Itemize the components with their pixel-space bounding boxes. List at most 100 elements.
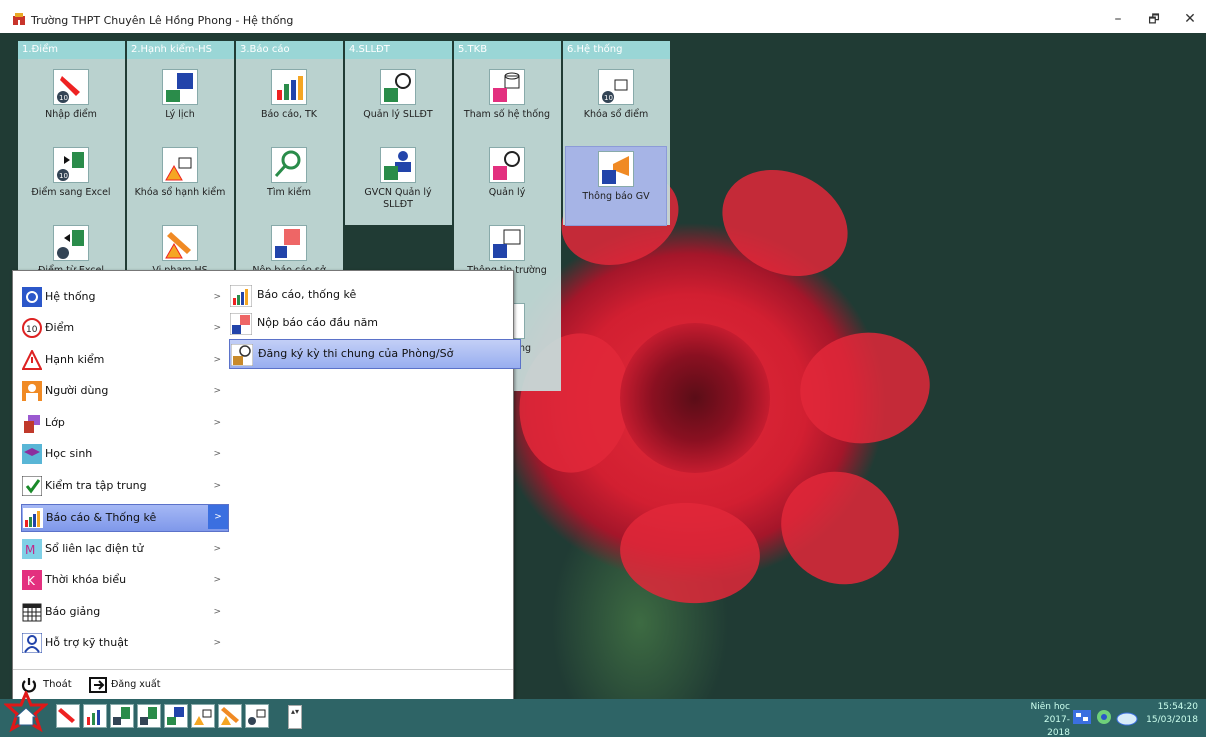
tile-header: 4.SLLĐT (345, 41, 452, 59)
tile-gvcn-quan-ly[interactable]: GVCN Quản lý SLLĐT (348, 147, 448, 211)
tile-bao-cao-tk[interactable]: Báo cáo, TK (239, 69, 339, 121)
chart-icon (87, 710, 100, 725)
contact-book-icon: M (22, 539, 42, 559)
start-menu: Hệ thống > 10 Điểm > Hạnh kiểm > Người dùng… (12, 270, 521, 699)
excel-icon (113, 707, 130, 725)
submenu-nop-bao-cao[interactable]: Nộp báo cáo đầu năm (229, 309, 519, 337)
taskbar-ly-lich[interactable] (164, 704, 188, 728)
svg-text:10: 10 (59, 172, 68, 180)
settings-icon (489, 147, 525, 183)
calendar-icon (22, 603, 42, 622)
tile-thong-bao-gv[interactable]: Thông báo GV (565, 146, 667, 226)
taskbar: ▴▾ Niên học 2017-2018 15:54:20 15/03/201… (0, 691, 1206, 738)
lock-score-icon (248, 709, 266, 725)
tile-quan-ly-tkb[interactable]: Quản lý (457, 147, 557, 199)
database-icon (489, 69, 525, 105)
profile-icon (162, 69, 198, 105)
menu-item-diem[interactable]: 10 Điểm > (21, 315, 227, 341)
svg-text:10: 10 (26, 325, 38, 335)
menu-item-bao-cao-thong-ke[interactable]: Báo cáo & Thống kê > (21, 504, 229, 532)
submit-report-icon (230, 313, 252, 335)
menu-item-hanh-kiem[interactable]: Hạnh kiểm > (21, 347, 227, 373)
tile-khoa-so-diem[interactable]: 10 Khóa sổ điểm (566, 69, 666, 121)
gear-icon (380, 69, 416, 105)
tile-khoa-so-hanh-kiem[interactable]: Khóa sổ hạnh kiểm (130, 147, 230, 199)
taskbar-khoa-so[interactable] (191, 704, 215, 728)
menu-item-hoc-sinh[interactable]: Học sinh > (21, 441, 227, 467)
home-start-icon[interactable] (4, 691, 48, 737)
timetable-icon: K (22, 570, 42, 590)
svg-text:10: 10 (59, 94, 68, 102)
taskbar-vi-pham[interactable] (218, 704, 242, 728)
submenu-dang-ky-ky-thi[interactable]: Đăng ký kỳ thi chung của Phòng/Sở (229, 339, 521, 369)
menu-item-lop[interactable]: Lớp > (21, 410, 227, 436)
taskbar-diem-tu-excel[interactable] (137, 704, 161, 728)
tile-header: 5.TKB (454, 41, 561, 59)
restore-button[interactable]: 🗗 (1134, 6, 1174, 32)
user-icon (22, 381, 42, 401)
menu-item-he-thong[interactable]: Hệ thống > (21, 284, 227, 310)
tile-tham-so-he-thong[interactable]: Tham số hệ thống (457, 69, 557, 121)
class-icon (24, 415, 40, 433)
title-bar: Trường THPT Chuyên Lê Hồng Phong - Hệ th… (0, 0, 1206, 33)
tile-header: 2.Hạnh kiểm-HS (127, 41, 234, 59)
clock: 15:54:20 15/03/2018 (1146, 702, 1198, 725)
menu-item-thoi-khoa-bieu[interactable]: K Thời khóa biểu > (21, 567, 227, 593)
tile-column-bao-cao: 3.Báo cáo Báo cáo, TK Tìm kiếm Nộp báo c… (236, 41, 343, 277)
tile-nhap-diem[interactable]: 10 Nhập điểm (21, 69, 121, 121)
menu-item-bao-giang[interactable]: Báo giảng > (21, 599, 227, 625)
tile-column-hanh-kiem: 2.Hạnh kiểm-HS Lý lịch Khóa sổ hạnh kiểm… (127, 41, 234, 277)
menu-item-nguoi-dung[interactable]: Người dùng > (21, 378, 227, 404)
taskbar-nhap-diem[interactable] (56, 704, 80, 728)
chart-icon (230, 285, 252, 307)
menu-item-so-lien-lac[interactable]: M Sổ liên lạc điện tử > (21, 536, 227, 562)
school-info-icon (489, 225, 525, 261)
pencil-icon: 10 (53, 69, 89, 105)
teacher-icon (380, 147, 416, 183)
profile-icon (167, 707, 184, 725)
flower-center (620, 323, 770, 473)
excel-icon (140, 707, 157, 725)
exam-register-icon (231, 344, 253, 366)
taskbar-bao-cao[interactable] (83, 704, 107, 728)
tile-header: 3.Báo cáo (236, 41, 343, 59)
tile-diem-sang-excel[interactable]: 10 Điểm sang Excel (21, 147, 121, 199)
violation-icon (221, 707, 239, 725)
score-10-icon: 10 (22, 318, 42, 338)
taskbar-diem-excel[interactable] (110, 704, 134, 728)
sync-icon[interactable] (1094, 708, 1114, 726)
network-icon[interactable] (1072, 708, 1092, 726)
tile-tim-kiem[interactable]: Tìm kiếm (239, 147, 339, 199)
cloud-icon[interactable] (1116, 708, 1138, 726)
student-icon (22, 444, 42, 464)
lock-icon (194, 709, 212, 725)
window-title: Trường THPT Chuyên Lê Hồng Phong - Hệ th… (31, 14, 294, 27)
minimize-button[interactable]: – (1098, 6, 1138, 32)
chart-icon (23, 508, 43, 528)
tile-column-diem: 1.Điểm 10 Nhập điểm 10 Điểm sang Excel Đ… (18, 41, 125, 277)
close-button[interactable]: ✕ (1170, 6, 1206, 32)
lock-icon (162, 147, 198, 183)
gear-icon (22, 287, 42, 307)
submenu-bao-cao-thong-ke[interactable]: Báo cáo, thống kê (229, 281, 519, 309)
megaphone-icon (598, 151, 634, 187)
tile-ly-lich[interactable]: Lý lịch (130, 69, 230, 121)
logout-button[interactable]: Đăng xuất (89, 675, 179, 695)
taskbar-khoa-so-diem[interactable] (245, 704, 269, 728)
lock-score-icon: 10 (598, 69, 634, 105)
tile-header: 6.Hệ thống (563, 41, 670, 59)
logout-icon (89, 677, 107, 693)
taskbar-scroll[interactable]: ▴▾ (288, 705, 302, 729)
search-icon (271, 147, 307, 183)
violation-icon (162, 225, 198, 261)
menu-item-ho-tro[interactable]: Hỗ trợ kỹ thuật > (21, 630, 227, 656)
desktop: 1.Điểm 10 Nhập điểm 10 Điểm sang Excel Đ… (0, 33, 1206, 699)
check-icon (22, 476, 42, 496)
tile-quan-ly-sllđt[interactable]: Quản lý SLLĐT (348, 69, 448, 121)
warning-icon (22, 350, 42, 370)
excel-import-icon (53, 225, 89, 261)
excel-export-icon: 10 (53, 147, 89, 183)
menu-footer: Thoát Đăng xuất (13, 669, 513, 699)
menu-item-kiem-tra[interactable]: Kiểm tra tập trung > (21, 473, 227, 499)
chart-icon (271, 69, 307, 105)
